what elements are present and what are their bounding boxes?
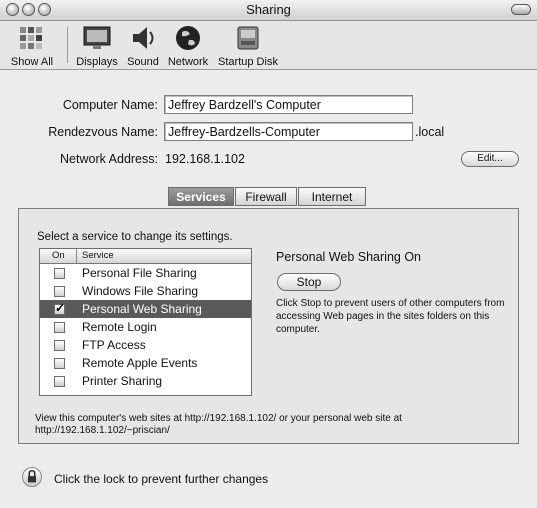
edit-button[interactable]: Edit...	[461, 151, 519, 167]
toolbar: Show All Displays Sound Network Startup	[0, 21, 537, 70]
title-bar[interactable]: Sharing	[0, 0, 537, 21]
rendezvous-suffix: .local	[415, 125, 445, 139]
service-row[interactable]: FTP Access	[40, 336, 251, 354]
toolbar-network[interactable]: Network	[168, 23, 208, 68]
toolbar-show-all[interactable]: Show All	[11, 23, 53, 68]
rendezvous-name-field[interactable]: Jeffrey-Bardzells-Computer	[164, 122, 413, 141]
service-checkbox[interactable]	[54, 286, 65, 297]
services-panel: Select a service to change its settings.…	[18, 208, 519, 444]
service-name: Personal Web Sharing	[82, 302, 202, 316]
services-instruction: Select a service to change its settings.	[37, 231, 233, 243]
service-name: Remote Login	[82, 320, 157, 334]
rendezvous-name-label: Rendezvous Name:	[48, 125, 158, 139]
lock-icon	[27, 469, 37, 483]
services-list[interactable]: On Service Personal File Sharing Windows …	[39, 248, 252, 396]
service-name: FTP Access	[82, 338, 146, 352]
disk-icon	[237, 26, 259, 50]
service-description: Click Stop to prevent users of other com…	[276, 298, 505, 335]
lock-button[interactable]	[22, 467, 42, 487]
service-checkbox[interactable]	[54, 358, 65, 369]
service-row[interactable]: Windows File Sharing	[40, 282, 251, 300]
stop-button[interactable]: Stop	[277, 273, 341, 291]
toolbar-toggle-button[interactable]	[511, 4, 531, 15]
service-checkbox[interactable]	[54, 340, 65, 351]
display-icon	[83, 26, 111, 49]
globe-icon	[176, 26, 200, 50]
service-name: Windows File Sharing	[82, 284, 199, 298]
apple-icon	[20, 27, 42, 49]
service-row[interactable]: ✓ Personal Web Sharing	[40, 300, 251, 318]
service-checkbox[interactable]	[54, 322, 65, 333]
tab-services[interactable]: Services	[168, 187, 234, 206]
network-address-value: 192.168.1.102	[165, 152, 245, 166]
toolbar-sound[interactable]: Sound	[127, 23, 159, 68]
sharing-window: Sharing Show All Displays Sound Network …	[0, 0, 537, 508]
service-status: Personal Web Sharing On	[276, 250, 421, 264]
column-service[interactable]: Service	[82, 250, 114, 261]
speaker-icon	[133, 27, 154, 49]
service-row[interactable]: Personal File Sharing	[40, 264, 251, 282]
service-checkbox[interactable]	[54, 268, 65, 279]
service-row[interactable]: Remote Apple Events	[40, 354, 251, 372]
window-title: Sharing	[246, 2, 291, 17]
service-row[interactable]: Printer Sharing	[40, 372, 251, 390]
toolbar-startup-disk[interactable]: Startup Disk	[218, 23, 278, 68]
lock-text: Click the lock to prevent further change…	[54, 472, 269, 486]
checkmark-icon: ✓	[55, 301, 66, 315]
service-checkbox[interactable]	[54, 376, 65, 387]
service-name: Printer Sharing	[82, 374, 163, 388]
web-sharing-info: View this computer's web sites at http:/…	[35, 413, 402, 436]
service-name: Remote Apple Events	[82, 356, 198, 370]
toolbar-displays[interactable]: Displays	[76, 23, 118, 68]
column-on[interactable]: On	[52, 250, 65, 261]
services-rows: Personal File Sharing Windows File Sharin…	[40, 264, 251, 390]
computer-name-label: Computer Name:	[62, 98, 158, 112]
network-address-label: Network Address:	[60, 152, 158, 166]
tab-internet[interactable]: Internet	[298, 187, 366, 206]
service-name: Personal File Sharing	[82, 266, 197, 280]
tab-firewall[interactable]: Firewall	[235, 187, 297, 206]
service-checkbox[interactable]: ✓	[54, 301, 66, 315]
services-list-header: On Service	[40, 249, 251, 264]
service-row[interactable]: Remote Login	[40, 318, 251, 336]
computer-name-field[interactable]: Jeffrey Bardzell's Computer	[164, 95, 413, 114]
